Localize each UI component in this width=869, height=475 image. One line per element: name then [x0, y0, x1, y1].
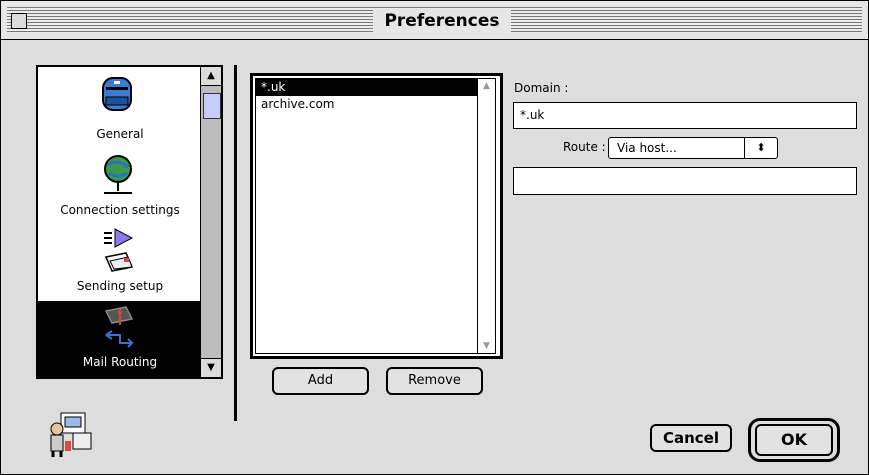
mail-routing-icon: [104, 306, 134, 348]
category-sending-setup[interactable]: Sending setup: [38, 225, 202, 301]
domain-list-item[interactable]: *.uk: [256, 79, 478, 96]
up-down-arrows-icon: ⬍: [756, 141, 766, 154]
scroll-up-arrow-icon[interactable]: ▲: [201, 67, 221, 86]
close-box[interactable]: [11, 13, 27, 29]
mailbox-icon: [102, 77, 132, 111]
globe-network-icon: [104, 155, 132, 194]
domain-list-frame: *.uk archive.com ▲ ▼: [250, 73, 503, 359]
add-button[interactable]: Add: [272, 367, 369, 395]
window-title: Preferences: [373, 9, 511, 33]
host-field[interactable]: [513, 167, 857, 195]
vertical-divider: [234, 65, 237, 421]
domain-list[interactable]: *.uk archive.com: [255, 78, 479, 354]
domain-label: Domain :: [514, 81, 569, 95]
category-label: General: [96, 127, 144, 141]
category-label: Mail Routing: [82, 355, 158, 369]
popup-separator: [744, 138, 745, 158]
category-general[interactable]: General: [38, 67, 202, 151]
ok-button[interactable]: OK: [755, 424, 833, 456]
route-label: Route :: [563, 140, 606, 154]
scroll-thumb[interactable]: [203, 93, 221, 119]
title-bar[interactable]: Preferences: [1, 1, 868, 40]
route-popup[interactable]: Via host... ⬍: [608, 137, 778, 159]
route-popup-value: Via host...: [617, 141, 677, 155]
category-label: Connection settings: [60, 203, 180, 217]
preferences-window: Preferences General Connection settings: [0, 0, 869, 475]
domain-field[interactable]: *.uk: [513, 102, 857, 129]
category-list[interactable]: General Connection settings Sending setu…: [36, 65, 204, 379]
category-connection-settings[interactable]: Connection settings: [38, 151, 202, 225]
category-mail-routing[interactable]: Mail Routing: [38, 301, 202, 377]
cancel-button[interactable]: Cancel: [650, 424, 732, 452]
user-setup-icon: [50, 412, 92, 457]
scroll-up-arrow-icon[interactable]: ▲: [478, 81, 495, 91]
category-label: Sending setup: [76, 279, 164, 293]
domain-list-item[interactable]: archive.com: [256, 96, 478, 113]
category-scrollbar[interactable]: ▲ ▼: [200, 65, 223, 379]
send-envelopes-icon: [104, 228, 134, 272]
remove-button[interactable]: Remove: [386, 367, 483, 395]
scroll-down-arrow-icon[interactable]: ▼: [201, 358, 221, 377]
domain-list-scrollbar[interactable]: ▲ ▼: [477, 78, 496, 354]
scroll-down-arrow-icon[interactable]: ▼: [478, 341, 495, 351]
